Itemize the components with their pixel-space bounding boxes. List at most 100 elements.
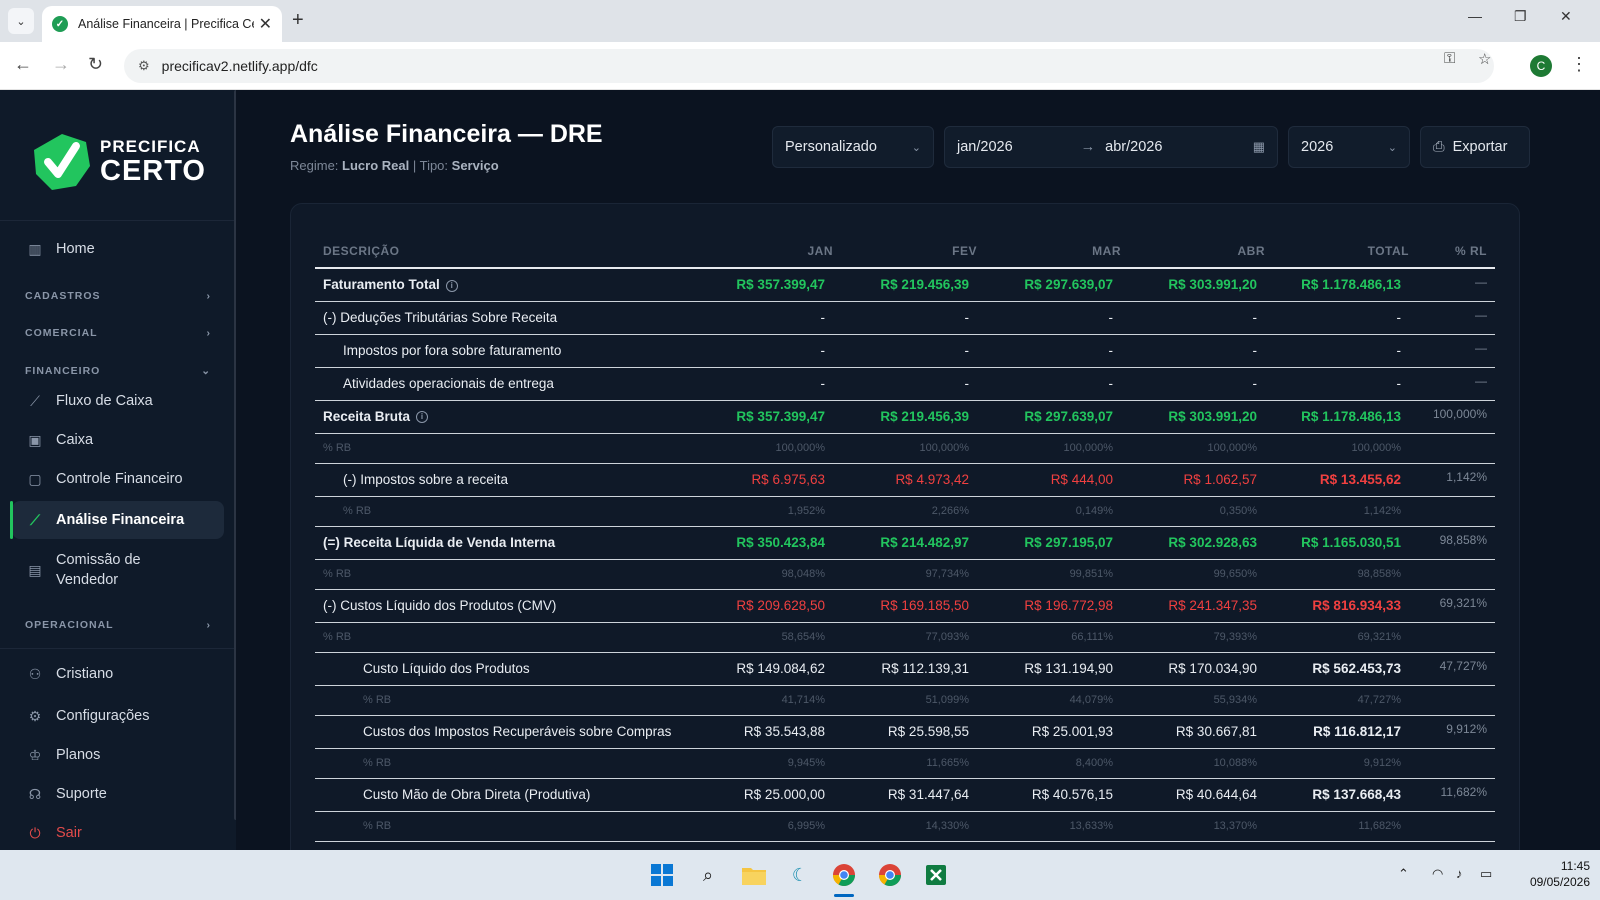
headset-icon: ☊ (28, 785, 42, 802)
tab-list-chevron-icon[interactable]: ⌄ (8, 8, 34, 34)
briefcase-icon: ▢ (28, 470, 42, 487)
column-header: ABR (1121, 234, 1265, 269)
sidebar-section-financeiro[interactable]: FINANCEIRO ⌄ (25, 365, 211, 377)
sidebar-item-configuracoes[interactable]: ⚙ Configurações (12, 697, 224, 735)
minimize-icon[interactable]: — (1468, 8, 1482, 24)
window-close-icon[interactable]: ✕ (1560, 8, 1572, 25)
table-cell: 66,111% (977, 622, 1121, 653)
table-row: Impostos por fora sobre faturamento - - - - -… (315, 334, 1495, 368)
table-cell: 13,370% (1121, 811, 1265, 842)
browser-tab-active[interactable]: ✓ Análise Financeira | Precifica Certo ✕ (42, 6, 282, 42)
info-icon[interactable]: i (416, 411, 429, 424)
table-cell: R$ 30.667,81 (1121, 715, 1265, 749)
table-cell: 100,000% (977, 433, 1121, 464)
sidebar-item-sair[interactable]: ⏻ Sair (12, 814, 224, 852)
table-cell-rl (1409, 748, 1495, 779)
browser-tabstrip: ⌄ ✓ Análise Financeira | Precifica Certo… (0, 0, 1600, 42)
date-range-picker[interactable]: jan/2026 → abr/2026 ▦ (944, 126, 1278, 168)
sidebar-item-planos[interactable]: ♔ Planos (12, 736, 224, 774)
windows-start-icon[interactable] (648, 861, 676, 889)
date-to[interactable]: abr/2026 (1105, 139, 1162, 155)
table-cell: 98,048% (695, 559, 833, 590)
sidebar-item-analise-financeira[interactable]: ⟋ Análise Financeira (10, 501, 224, 539)
table-cell: 99,650% (1121, 559, 1265, 590)
excel-icon[interactable] (922, 861, 950, 889)
sidebar-item-fluxo-de-caixa[interactable]: ⟋ Fluxo de Caixa (12, 382, 224, 420)
site-info-icon[interactable]: ⚙ (138, 58, 150, 74)
sidebar: PRECIFICA CERTO ▥ Home CADASTROS › COMERC… (0, 90, 236, 850)
table-cell: R$ 297.195,07 (977, 526, 1121, 560)
sidebar-item-caixa[interactable]: ▣ Caixa (12, 421, 224, 459)
row-description: (-) Deduções Tributárias Sobre Receita (315, 301, 695, 335)
tab-close-icon[interactable]: ✕ (259, 14, 272, 34)
chevron-right-icon: › (206, 619, 211, 631)
search-icon[interactable]: ⌕ (694, 861, 722, 889)
table-cell: R$ 357.399,47 (695, 400, 833, 434)
crown-icon: ♔ (28, 746, 42, 763)
sidebar-section-comercial[interactable]: COMERCIAL › (25, 327, 211, 339)
table-row: Atividades operacionais de entrega - - - - - — (315, 367, 1495, 401)
restore-icon[interactable]: ❐ (1514, 8, 1527, 25)
battery-icon[interactable]: ▭ (1480, 866, 1492, 882)
row-description: Custo Mão de Obra Direta (Produtiva) (315, 778, 695, 812)
browser-menu-icon[interactable]: ⋮ (1570, 54, 1588, 75)
table-cell: R$ 112.139,31 (833, 652, 977, 686)
table-row: Custo Líquido dos Produtos R$ 149.084,62 R… (315, 652, 1495, 686)
sidebar-item-user[interactable]: ⚇ Cristiano (12, 655, 224, 693)
export-button[interactable]: ⎙ Exportar (1420, 126, 1530, 168)
new-tab-plus-icon[interactable]: + (292, 9, 304, 32)
table-cell-rl: 1,142% (1409, 463, 1495, 497)
sidebar-item-comissao-de-vendedor[interactable]: ▤ Comissão de Vendedor (12, 546, 224, 594)
info-icon[interactable]: i (445, 279, 458, 292)
system-clock[interactable]: 11:45 09/05/2026 (1510, 858, 1590, 890)
table-row-percent: % RB 9,945% 11,665% 8,400% 10,088% 9,912% (315, 748, 1495, 779)
sidebar-section-operacional[interactable]: OPERACIONAL › (25, 619, 211, 631)
table-cell: - (977, 334, 1121, 368)
table-cell: R$ 302.928,63 (1121, 526, 1265, 560)
table-cell: R$ 13.455,62 (1265, 463, 1409, 497)
table-row-percent: % RB 100,000% 100,000% 100,000% 100,000% 100,… (315, 433, 1495, 464)
chrome-icon[interactable] (830, 861, 858, 889)
sidebar-item-suporte[interactable]: ☊ Suporte (12, 775, 224, 813)
date-from[interactable]: jan/2026 (957, 139, 1013, 155)
logo[interactable]: PRECIFICA CERTO (32, 130, 212, 194)
table-cell: 100,000% (833, 433, 977, 464)
table-cell: 58,654% (695, 622, 833, 653)
favicon-check-icon: ✓ (52, 16, 68, 32)
table-row: (-) Custos Líquido dos Produtos (CMV) R$ … (315, 589, 1495, 623)
table-cell: 100,000% (1265, 433, 1409, 464)
bookmark-star-icon[interactable]: ☆ (1478, 50, 1491, 68)
year-select[interactable]: 2026 ⌄ (1288, 126, 1410, 168)
profile-avatar[interactable]: C (1530, 55, 1552, 77)
period-select[interactable]: Personalizado ⌄ (772, 126, 934, 168)
table-cell: R$ 170.034,90 (1121, 652, 1265, 686)
reload-icon[interactable]: ↻ (88, 54, 103, 75)
password-key-icon[interactable]: ⚿ (1444, 50, 1455, 67)
table-cell: R$ 241.347,35 (1121, 589, 1265, 623)
line-chart-icon: ⟋ (30, 392, 40, 409)
chrome-profile-icon[interactable] (876, 861, 904, 889)
table-cell: 10,088% (1121, 748, 1265, 779)
address-bar[interactable]: ⚙ precificav2.netlify.app/dfc (124, 49, 1494, 83)
table-cell: R$ 297.639,07 (977, 400, 1121, 434)
table-cell-rl: 98,858% (1409, 526, 1495, 560)
back-arrow-icon[interactable]: ← (14, 54, 32, 75)
url-text[interactable]: precificav2.netlify.app/dfc (162, 58, 318, 74)
sidebar-item-controle-financeiro[interactable]: ▢ Controle Financeiro (12, 460, 224, 498)
table-cell-rl (1409, 496, 1495, 527)
calendar-icon[interactable]: ▦ (1253, 139, 1265, 155)
table-cell: 51,099% (833, 685, 977, 716)
file-explorer-icon[interactable] (740, 861, 768, 889)
column-header: MAR (977, 234, 1121, 269)
app-swirl-icon[interactable]: ☾ (786, 861, 814, 889)
table-cell: 14,330% (833, 811, 977, 842)
sidebar-section-cadastros[interactable]: CADASTROS › (25, 290, 211, 302)
table-cell: R$ 303.991,20 (1121, 268, 1265, 302)
tray-chevron-up-icon[interactable]: ⌃ (1398, 866, 1409, 882)
wifi-icon[interactable]: ◠ (1432, 866, 1443, 882)
table-cell-rl: — (1409, 301, 1495, 335)
forward-arrow-icon[interactable]: → (52, 54, 70, 75)
table-cell: 9,912% (1265, 748, 1409, 779)
volume-icon[interactable]: ♪ (1456, 866, 1463, 881)
sidebar-item-home[interactable]: ▥ Home (12, 230, 224, 268)
